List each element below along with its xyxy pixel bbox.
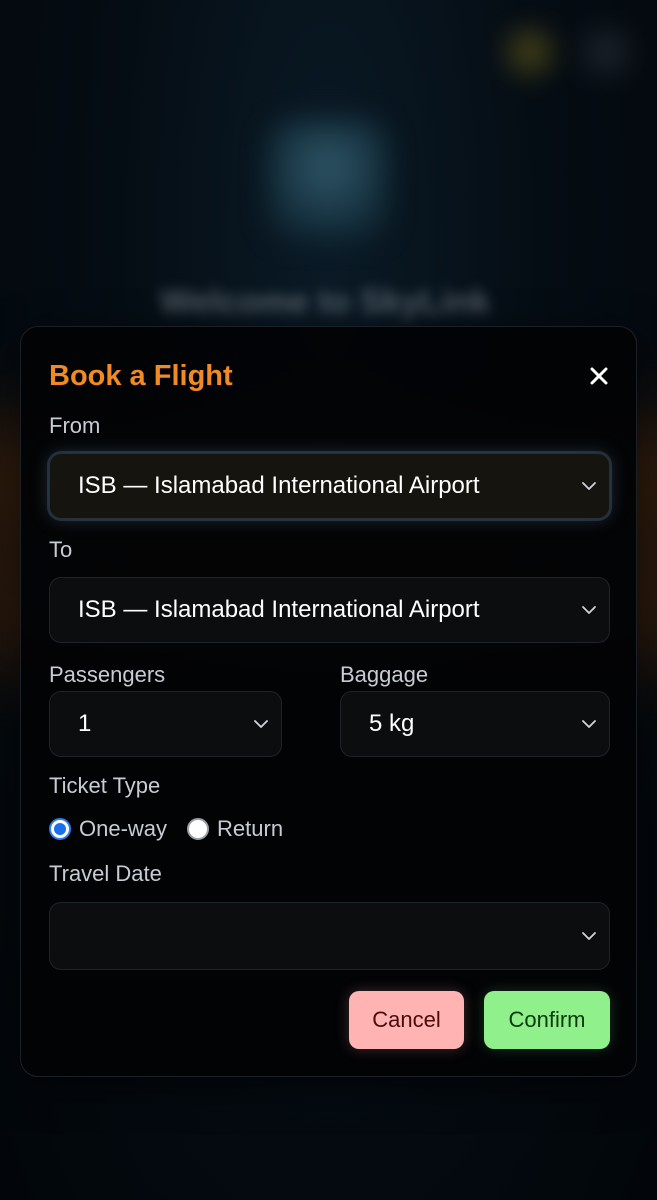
one-way-radio[interactable]: [49, 818, 71, 840]
baggage-select[interactable]: 5 kg: [340, 691, 610, 757]
passengers-select[interactable]: 1: [49, 691, 282, 757]
passengers-label: Passengers: [49, 662, 166, 687]
baggage-select-value: 5 kg: [369, 710, 415, 737]
travel-date-select[interactable]: [49, 902, 610, 970]
ticket-type-label: Ticket Type: [49, 773, 161, 798]
confirm-button[interactable]: Confirm: [484, 991, 610, 1049]
return-label[interactable]: Return: [217, 816, 283, 842]
return-radio[interactable]: [187, 818, 210, 840]
one-way-label[interactable]: One-way: [79, 816, 167, 842]
from-select-value: ISB — Islamabad International Airport: [78, 472, 480, 499]
cancel-button[interactable]: Cancel: [349, 991, 464, 1049]
app-logo: [268, 120, 388, 240]
passengers-select-value: 1: [78, 710, 92, 737]
close-icon: [590, 367, 608, 385]
sun-icon: [508, 30, 552, 74]
menu-icon: [584, 30, 628, 74]
chevron-down-icon: [582, 720, 596, 728]
dialog-title: Book a Flight: [49, 360, 233, 392]
from-select[interactable]: ISB — Islamabad International Airport: [49, 453, 610, 519]
baggage-label: Baggage: [340, 662, 429, 687]
to-select[interactable]: ISB — Islamabad International Airport: [49, 577, 610, 643]
ticket-type-radio-group: One-way Return: [49, 814, 303, 844]
welcome-heading: Welcome to SkyLink: [159, 283, 491, 321]
chevron-down-icon: [254, 720, 268, 728]
close-button[interactable]: [584, 361, 614, 391]
chevron-down-icon: [582, 482, 596, 490]
to-select-value: ISB — Islamabad International Airport: [78, 596, 480, 623]
travel-date-label: Travel Date: [49, 861, 162, 886]
from-label: From: [49, 413, 101, 438]
to-label: To: [49, 537, 73, 562]
chevron-down-icon: [582, 606, 596, 614]
chevron-down-icon: [582, 932, 596, 940]
book-flight-dialog: Book a Flight From ISB — Islamabad Inter…: [20, 326, 637, 1077]
